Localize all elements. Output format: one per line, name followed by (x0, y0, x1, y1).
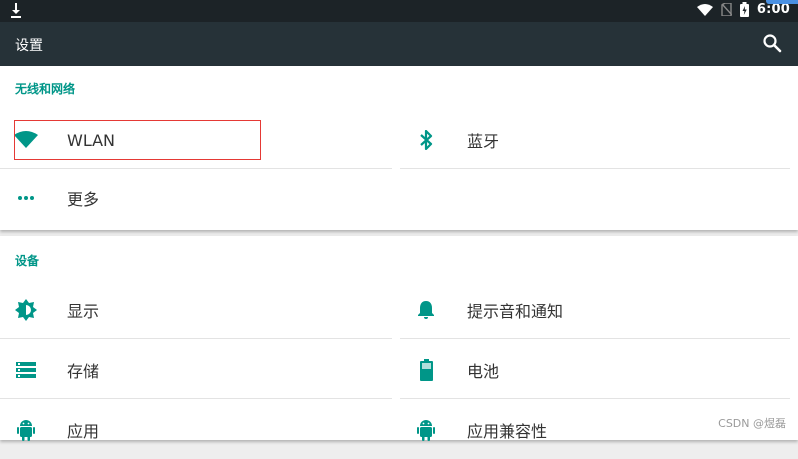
android-icon (411, 419, 441, 441)
tile-label: 显示 (67, 302, 100, 321)
divider (400, 338, 790, 339)
brightness-icon (11, 299, 41, 321)
tile-label: 提示音和通知 (467, 302, 564, 321)
tile-wlan[interactable]: WLAN (0, 111, 392, 169)
tile-label: 蓝牙 (467, 132, 500, 151)
action-bar: 设置 (0, 22, 798, 66)
divider (400, 168, 790, 169)
device-section: 设备 显示 提示音和通知 存储 电池 应用 应用兼容性 CSDN @煜磊 (0, 236, 798, 441)
tile-battery[interactable]: 电池 (400, 341, 790, 399)
android-icon (11, 419, 41, 441)
tile-apps[interactable]: 应用 (0, 401, 392, 459)
divider (400, 398, 790, 399)
tile-label: WLAN (67, 130, 116, 150)
tile-sound-notification[interactable]: 提示音和通知 (400, 281, 790, 339)
wireless-networks-section: 无线和网络 WLAN 蓝牙 更多 (0, 66, 798, 230)
section-title-device: 设备 (15, 254, 40, 268)
tile-label: 存储 (67, 362, 100, 381)
tile-storage[interactable]: 存储 (0, 341, 392, 399)
tile-label: 应用兼容性 (467, 422, 548, 441)
no-sim-icon (721, 3, 732, 16)
more-dots-icon (11, 195, 41, 201)
tile-label: 应用 (67, 422, 100, 441)
tile-display[interactable]: 显示 (0, 281, 392, 339)
wifi-signal-icon (696, 3, 713, 16)
section-title-wireless: 无线和网络 (15, 82, 76, 96)
divider (0, 398, 392, 399)
tile-more[interactable]: 更多 (0, 169, 392, 227)
bluetooth-icon (411, 130, 441, 150)
download-icon (11, 3, 21, 18)
bell-icon (411, 300, 441, 320)
status-bar: 6:00 (0, 0, 798, 22)
storage-icon (11, 362, 41, 378)
tile-label: 电池 (467, 362, 500, 381)
battery-charging-icon (739, 2, 749, 17)
page-title: 设置 (15, 38, 43, 54)
battery-icon (411, 359, 441, 381)
search-icon[interactable] (762, 33, 782, 53)
divider (0, 338, 392, 339)
watermark: CSDN @煜磊 (718, 417, 786, 430)
wifi-icon (11, 131, 41, 149)
tile-bluetooth[interactable]: 蓝牙 (400, 111, 790, 169)
tile-label: 更多 (67, 190, 100, 209)
status-badge (766, 0, 798, 4)
status-time: 6:00 (756, 2, 790, 17)
